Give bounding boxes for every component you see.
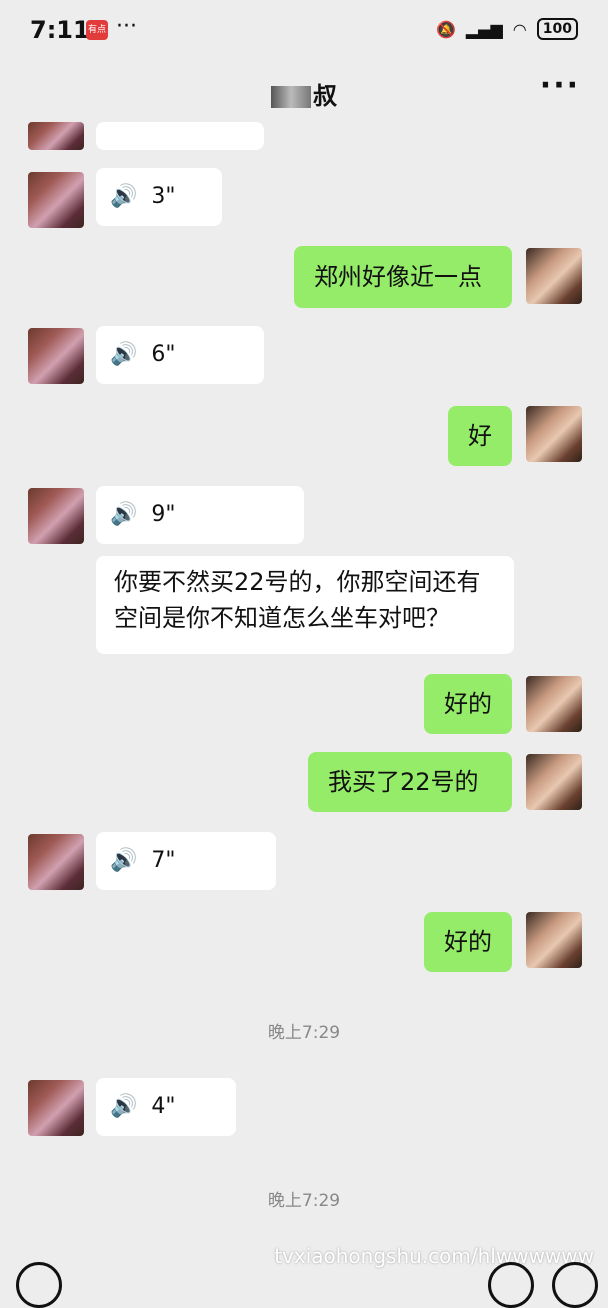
voice-duration: 9" — [151, 502, 176, 527]
voice-wave-icon: 🔊 — [110, 1094, 138, 1119]
avatar[interactable] — [28, 328, 84, 384]
voice-wave-icon: 🔊 — [110, 184, 138, 209]
avatar[interactable] — [526, 676, 582, 732]
avatar[interactable] — [28, 172, 84, 228]
voice-duration: 6" — [151, 342, 176, 367]
avatar[interactable] — [28, 122, 84, 150]
voice-message[interactable]: 🔊 9" — [96, 486, 304, 544]
avatar[interactable] — [28, 834, 84, 890]
text-message[interactable]: 好的 — [424, 674, 512, 734]
text-message[interactable]: 你要不然买22号的，你那空间还有空间是你不知道怎么坐车对吧？ — [96, 556, 514, 654]
watermark: tvxiaohongshu.com/hlwwwwww — [274, 1244, 594, 1268]
blurred-name-icon — [271, 86, 311, 108]
wifi-icon: ◠ — [512, 19, 527, 39]
battery-icon: 100 — [536, 18, 578, 40]
voice-wave-icon: 🔊 — [110, 848, 138, 873]
text-message[interactable]: 我买了22号的 — [308, 752, 512, 812]
avatar[interactable] — [526, 248, 582, 304]
avatar[interactable] — [526, 406, 582, 462]
more-options-icon[interactable]: ··· — [540, 68, 580, 103]
voice-message[interactable]: 🔊 3" — [96, 168, 222, 226]
status-bar: 7:11 有点 ··· 🔕 ▂▄▆ ◠ 100 — [0, 0, 608, 64]
text-message[interactable]: 好 — [448, 406, 512, 466]
message-text: 好的 — [444, 690, 492, 718]
message-bubble-partial[interactable] — [96, 122, 264, 150]
voice-message[interactable]: 🔊 4" — [96, 1078, 236, 1136]
voice-duration: 4" — [151, 1094, 176, 1119]
voice-message[interactable]: 🔊 6" — [96, 326, 264, 384]
message-text: 好的 — [444, 928, 492, 956]
chat-title: 叔 — [0, 76, 608, 111]
voice-duration: 7" — [151, 848, 176, 873]
text-message[interactable]: 好的 — [424, 912, 512, 972]
voice-wave-icon: 🔊 — [110, 502, 138, 527]
add-icon[interactable] — [552, 1262, 598, 1308]
chat-header: 叔 ··· — [0, 64, 608, 124]
status-time: 7:11 — [30, 16, 90, 44]
avatar[interactable] — [526, 912, 582, 968]
app-badge-icon: 有点 — [86, 20, 108, 40]
status-icons: 🔕 ▂▄▆ ◠ 100 — [436, 18, 578, 40]
message-text: 我买了22号的 — [328, 768, 479, 796]
voice-wave-icon: 🔊 — [110, 342, 138, 367]
voice-duration: 3" — [151, 184, 176, 209]
message-text: 郑州好像近一点 — [314, 263, 482, 291]
avatar[interactable] — [28, 488, 84, 544]
message-timestamp: 晚上7:29 — [267, 1191, 341, 1211]
mute-icon: 🔕 — [435, 19, 456, 39]
contact-name: 叔 — [313, 82, 337, 110]
text-message[interactable]: 郑州好像近一点 — [294, 246, 512, 308]
message-text: 你要不然买22号的，你那空间还有空间是你不知道怎么坐车对吧？ — [114, 568, 481, 632]
voice-message[interactable]: 🔊 7" — [96, 832, 276, 890]
signal-icon: ▂▄▆ — [465, 19, 503, 39]
status-more-icon: ··· — [116, 14, 137, 39]
voice-input-icon[interactable] — [16, 1262, 62, 1308]
message-timestamp: 晚上7:29 — [267, 1023, 341, 1043]
emoji-icon[interactable] — [488, 1262, 534, 1308]
avatar[interactable] — [526, 754, 582, 810]
message-text: 好 — [468, 422, 492, 450]
avatar[interactable] — [28, 1080, 84, 1136]
